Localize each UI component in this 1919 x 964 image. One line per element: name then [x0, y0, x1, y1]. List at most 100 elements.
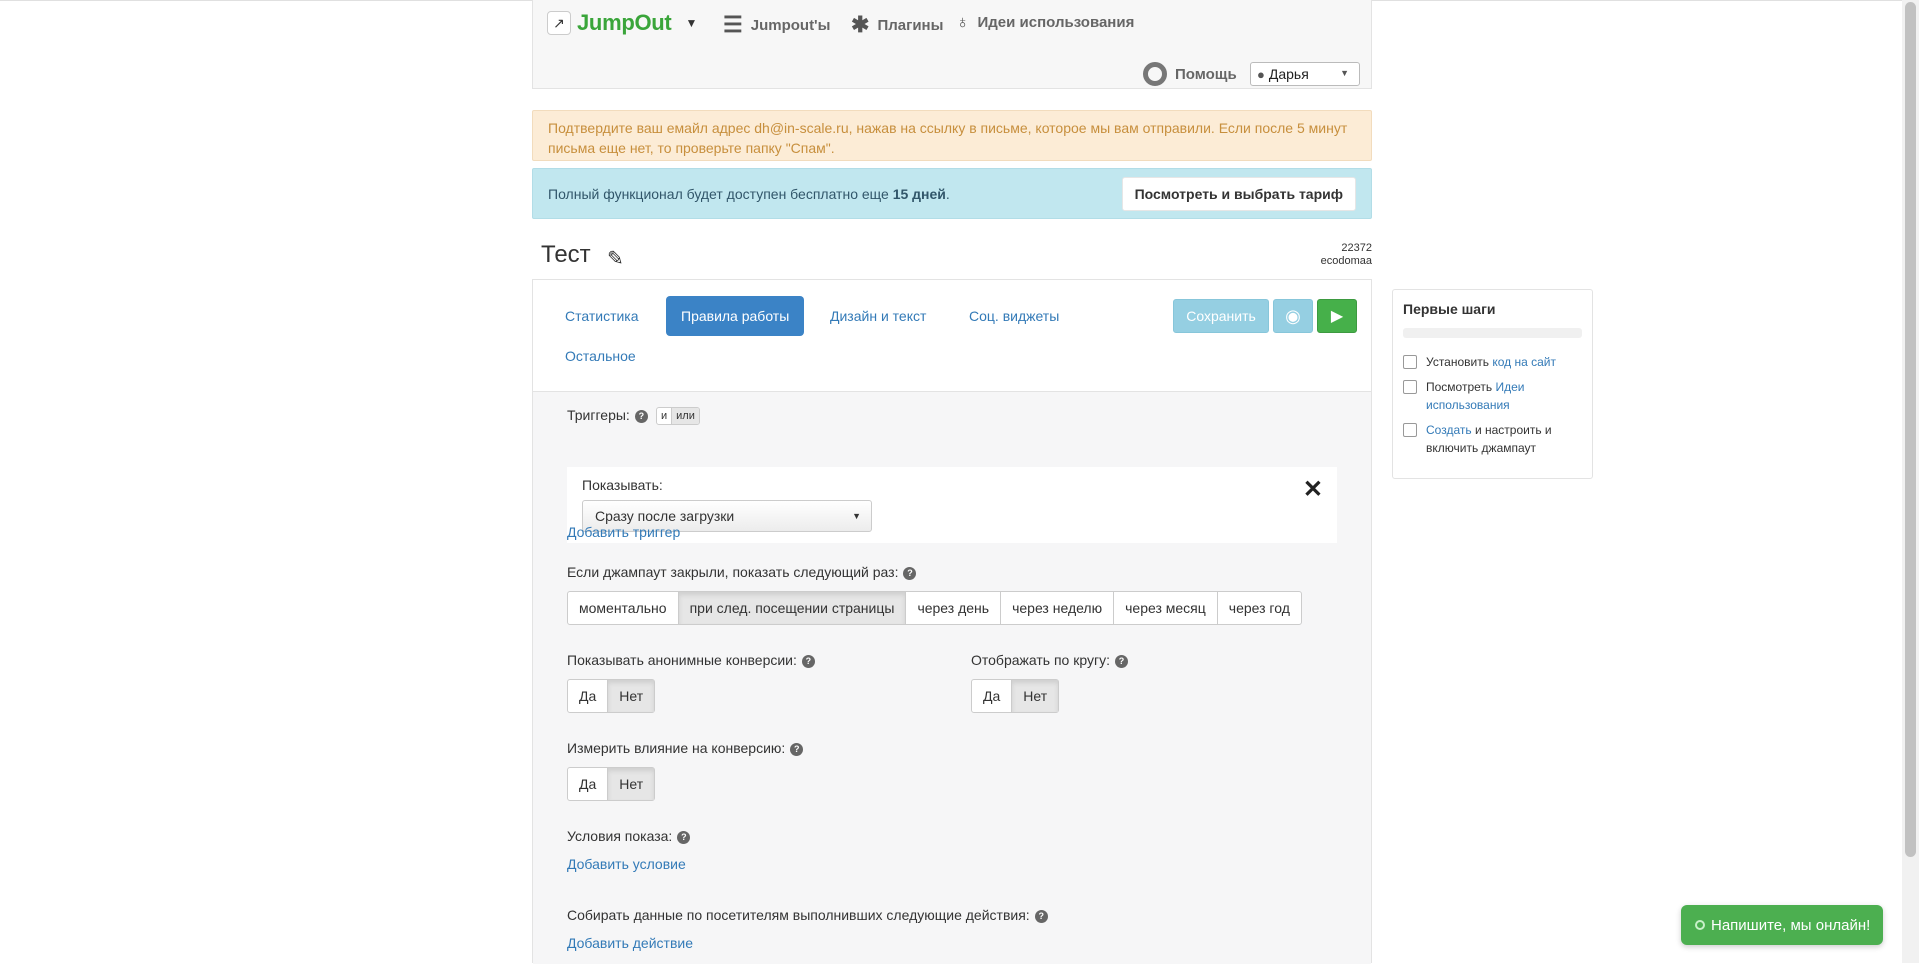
step-checkbox[interactable] [1403, 380, 1417, 394]
help-icon[interactable]: ? [677, 830, 691, 844]
help-icon[interactable]: ? [903, 566, 917, 580]
eye-icon: ◉ [1285, 305, 1301, 326]
circle-yes[interactable]: Да [972, 680, 1011, 712]
scrollbar-thumb[interactable] [1905, 2, 1916, 857]
anon-conv-no[interactable]: Нет [607, 680, 655, 712]
trial-days: 15 дней [892, 185, 946, 202]
nav-jumpouts-label: Jumpout'ы [750, 16, 831, 34]
measure-no[interactable]: Нет [607, 768, 655, 800]
option-instant[interactable]: моментально [568, 592, 678, 624]
show-label: Показывать: [582, 477, 663, 493]
step-checkbox[interactable] [1403, 355, 1417, 369]
save-button[interactable]: Сохранить [1173, 299, 1269, 333]
add-trigger-link[interactable]: Добавить триггер [567, 524, 680, 540]
conditions-label: Условия показа:? [567, 828, 691, 844]
help-icon[interactable]: ? [801, 654, 815, 668]
online-status-icon [1695, 920, 1705, 930]
conditions-label-text: Условия показа: [567, 828, 673, 844]
nav-ideas[interactable]: ♁ Идеи использования [956, 12, 1134, 33]
anon-conv-label: Показывать анонимные конверсии:? [567, 652, 815, 668]
chat-widget-button[interactable]: Напишите, мы онлайн! [1681, 905, 1883, 945]
measure-yes[interactable]: Да [568, 768, 607, 800]
jumpout-logo-icon: ↗ [547, 11, 571, 35]
help-link[interactable]: Помощь [1143, 62, 1237, 86]
triggers-label-text: Триггеры: [567, 407, 630, 423]
logic-or-option[interactable]: или [671, 408, 699, 424]
rules-form: Триггеры:? и или Показывать: ✕ Сразу пос… [533, 391, 1371, 964]
option-next-visit[interactable]: при след. посещении страницы [677, 592, 906, 624]
option-week[interactable]: через неделю [1000, 592, 1113, 624]
lightbulb-icon: ♁ [956, 12, 970, 32]
tab-rules[interactable]: Правила работы [666, 296, 805, 336]
anon-conv-label-text: Показывать анонимные конверсии: [567, 652, 797, 668]
close-icon[interactable]: ✕ [1303, 475, 1323, 504]
user-icon: ● [1257, 66, 1265, 82]
list-icon: ☰ [723, 12, 743, 37]
help-icon[interactable]: ? [790, 742, 804, 756]
step-install: Установить код на сайт [1403, 353, 1583, 371]
trial-suffix: . [945, 185, 950, 202]
brand-name: JumpOut [577, 10, 672, 35]
first-steps-title: Первые шаги [1403, 301, 1496, 317]
nav-jumpouts[interactable]: ☰ Jumpout'ы [723, 12, 830, 38]
nav-plugins-label: Плагины [877, 16, 944, 34]
chevron-down-icon[interactable]: ▼ [685, 16, 697, 30]
step-checkbox[interactable] [1403, 423, 1417, 437]
step-create: Создать и настроить и включить джампаут [1403, 421, 1583, 457]
email-confirm-alert: Подтвердите ваш емайл адрес dh@in-scale.… [532, 110, 1372, 161]
view-plans-button[interactable]: Посмотреть и выбрать тариф [1121, 177, 1356, 211]
step-link[interactable]: Создать [1426, 423, 1472, 437]
page-title: Тест [541, 241, 591, 268]
tab-design[interactable]: Дизайн и текст [830, 308, 926, 324]
logic-and-option[interactable]: и [657, 408, 671, 424]
user-name: Дарья [1268, 66, 1309, 82]
collect-label-text: Собирать данные по посетителям выполнивш… [567, 907, 1030, 923]
help-icon[interactable]: ? [1114, 654, 1128, 668]
lifebuoy-icon [1143, 62, 1167, 86]
tab-social-widgets[interactable]: Соц. виджеты [969, 308, 1059, 324]
if-closed-label-text: Если джампаут закрыли, показать следующи… [567, 564, 899, 580]
help-icon[interactable]: ? [1034, 909, 1048, 923]
nav-plugins[interactable]: ✱ Плагины [851, 12, 943, 38]
circle-label-text: Отображать по кругу: [971, 652, 1110, 668]
tab-statistics[interactable]: Статистика [565, 308, 639, 324]
trigger-logic-toggle: и или [656, 407, 700, 425]
step-text: Посмотреть [1426, 380, 1496, 394]
page-scrollbar[interactable] [1902, 0, 1919, 963]
caret-down-icon: ▼ [1340, 68, 1349, 78]
user-menu[interactable]: ● Дарья ▼ [1250, 62, 1360, 86]
trial-prefix: Полный функционал будет доступен бесплат… [548, 185, 893, 202]
if-closed-options: моментально при след. посещении страницы… [567, 591, 1302, 625]
first-steps-card: Первые шаги Установить код на сайт Посмо… [1392, 289, 1593, 479]
option-year[interactable]: через год [1216, 592, 1301, 624]
add-condition-link[interactable]: Добавить условие [567, 856, 686, 872]
start-button[interactable]: ▶ [1317, 299, 1357, 333]
logo[interactable]: ↗ JumpOut ▼ [547, 10, 697, 36]
nav-ideas-label: Идеи использования [977, 14, 1135, 31]
pencil-icon[interactable]: ✎ [607, 246, 624, 271]
option-day[interactable]: через день [905, 592, 1000, 624]
add-action-link[interactable]: Добавить действие [567, 935, 693, 951]
main-panel: Статистика Правила работы Дизайн и текст… [532, 279, 1372, 964]
trial-alert: Полный функционал будет доступен бесплат… [532, 168, 1372, 219]
first-steps-progress [1403, 328, 1582, 338]
step-link[interactable]: код на сайт [1492, 355, 1556, 369]
step-ideas: Посмотреть Идеи использования [1403, 378, 1583, 414]
collect-label: Собирать данные по посетителям выполнивш… [567, 907, 1048, 923]
preview-button[interactable]: ◉ [1273, 299, 1313, 333]
circle-toggle: Да Нет [971, 679, 1060, 713]
anon-conv-yes[interactable]: Да [568, 680, 607, 712]
measure-toggle: Да Нет [567, 767, 656, 801]
option-month[interactable]: через месяц [1113, 592, 1217, 624]
jumpout-site: ecodomaa [1320, 255, 1372, 267]
tab-other[interactable]: Остальное [565, 348, 636, 364]
puzzle-icon: ✱ [851, 12, 870, 37]
measure-label: Измерить влияние на конверсию:? [567, 740, 804, 756]
chat-label: Напишите, мы онлайн! [1711, 916, 1871, 934]
help-icon[interactable]: ? [634, 409, 648, 423]
app-header: ↗ JumpOut ▼ ☰ Jumpout'ы ✱ Плагины ♁ Идеи… [532, 0, 1372, 89]
if-closed-label: Если джампаут закрыли, показать следующи… [567, 564, 917, 580]
circle-no[interactable]: Нет [1011, 680, 1059, 712]
step-text: Установить [1426, 355, 1493, 369]
anon-conv-toggle: Да Нет [567, 679, 656, 713]
